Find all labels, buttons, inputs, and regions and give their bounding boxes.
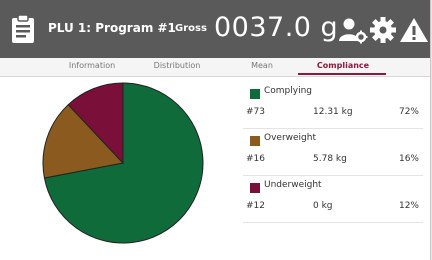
legend-item-underweight: Underweight #12 0 kg 12% [243,176,423,223]
legend-weight: 5.78 kg [313,154,347,164]
tab-compliance[interactable]: Compliance [308,61,378,70]
legend-percent: 12% [398,201,419,211]
legend-item-complying: Complying #73 12.31 kg 72% [243,82,423,129]
compliance-pie-chart [42,82,204,244]
legend-item-overweight: Overweight #16 5.78 kg 16% [243,129,423,176]
user-settings-icon[interactable] [338,16,368,44]
tab-bar: Information Distribution Mean Compliance [0,58,430,77]
program-title: PLU 1: Program #1 [48,21,176,35]
legend-weight: 12.31 kg [313,107,353,117]
legend-name: Underweight [264,180,322,190]
compliance-legend: Complying #73 12.31 kg 72% Overweight #1… [243,82,423,223]
legend-weight: 0 kg [313,201,333,211]
complying-swatch [250,89,260,99]
legend-name: Complying [264,86,313,96]
legend-percent: 16% [398,154,419,164]
weight-mode-label: Gross [175,23,207,34]
legend-name: Overweight [264,133,316,143]
active-tab-indicator [298,73,386,75]
legend-count: #12 [246,201,265,211]
tab-distribution[interactable]: Distribution [147,61,207,70]
tab-information[interactable]: Information [62,61,122,70]
legend-count: #16 [246,154,265,164]
gear-icon[interactable] [368,16,398,44]
legend-count: #73 [246,107,265,117]
legend-percent: 72% [398,107,419,117]
tab-mean[interactable]: Mean [237,61,287,70]
header-bar: PLU 1: Program #1 Gross 0037.0 g [0,0,430,58]
scale-app-window: PLU 1: Program #1 Gross 0037.0 g Informa… [0,0,431,260]
weight-display: 0037.0 g [214,12,339,43]
overweight-swatch [250,136,260,146]
clipboard-icon[interactable] [10,14,36,44]
warning-icon[interactable] [399,16,429,44]
underweight-swatch [250,183,260,193]
